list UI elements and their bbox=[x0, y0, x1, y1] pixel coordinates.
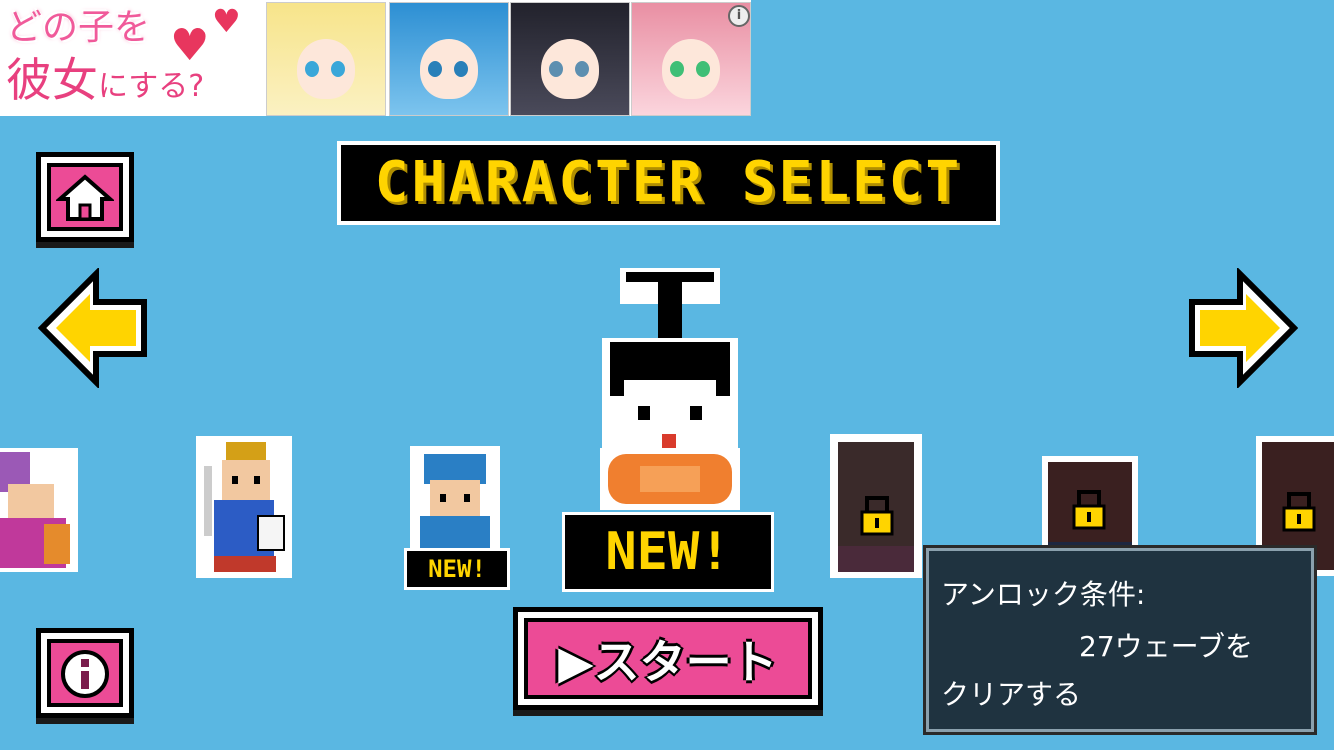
unlock-condition-title: アンロック条件: bbox=[941, 578, 1146, 611]
arrow-right-icon[interactable] bbox=[1188, 268, 1298, 388]
title-banner: CHARACTER SELECT bbox=[337, 141, 1000, 225]
portrait-eye bbox=[575, 61, 589, 77]
ad-portrait-1[interactable] bbox=[266, 2, 386, 116]
ad-subheadline-rest: にする? bbox=[98, 69, 205, 104]
ad-subheadline: 彼女にする? bbox=[6, 52, 204, 115]
ad-info-icon[interactable]: i bbox=[728, 5, 750, 27]
heart-icon: ♥ bbox=[212, 2, 241, 40]
lock-icon bbox=[1072, 490, 1106, 530]
mage-sprite bbox=[0, 448, 78, 572]
character-slot-soldier[interactable] bbox=[410, 446, 500, 552]
home-button-face bbox=[47, 163, 123, 231]
portrait-eye bbox=[454, 61, 468, 77]
page-title: CHARACTER SELECT bbox=[374, 150, 963, 215]
portrait-eye bbox=[305, 61, 319, 77]
character-slot-mage[interactable] bbox=[0, 442, 80, 576]
character-slot-locked-1[interactable] bbox=[830, 434, 922, 578]
portrait-eye bbox=[696, 61, 710, 77]
selected-new-badge: NEW! bbox=[562, 512, 774, 592]
portrait-eye bbox=[428, 61, 442, 77]
info-icon bbox=[61, 650, 109, 698]
portrait-eye bbox=[331, 61, 345, 77]
unlock-condition-panel: アンロック条件: 27ウェーブを クリアする bbox=[926, 548, 1314, 732]
ad-portrait-2[interactable] bbox=[389, 2, 509, 116]
unlock-condition-text: 27ウェーブを bbox=[1079, 630, 1253, 663]
portrait-eye bbox=[670, 61, 684, 77]
lock-icon bbox=[860, 496, 894, 536]
soldier-sprite bbox=[410, 446, 500, 552]
info-button[interactable] bbox=[36, 628, 134, 718]
character-slot-hero[interactable] bbox=[196, 436, 292, 578]
info-button-face bbox=[47, 639, 123, 707]
selected-character[interactable] bbox=[580, 262, 760, 512]
unlock-condition-text: クリアする bbox=[941, 678, 1082, 711]
hero-sprite bbox=[196, 436, 292, 578]
ad-banner[interactable]: どの子を ♥ ♥ 彼女にする? i bbox=[0, 0, 751, 116]
start-button-face: ▶スタート bbox=[524, 618, 812, 699]
ad-portrait-3[interactable] bbox=[510, 2, 630, 116]
lock-icon bbox=[1282, 492, 1316, 532]
selected-character-sprite bbox=[600, 268, 740, 510]
ad-headline: どの子を bbox=[6, 7, 151, 48]
arrow-left-icon[interactable] bbox=[38, 268, 148, 388]
soldier-new-badge: NEW! bbox=[404, 548, 510, 590]
start-button-label: ▶スタート bbox=[558, 635, 778, 689]
portrait-eye bbox=[549, 61, 563, 77]
start-button[interactable]: ▶スタート bbox=[513, 607, 823, 710]
home-icon bbox=[56, 174, 114, 221]
home-button[interactable] bbox=[36, 152, 134, 242]
ad-subheadline-kanji: 彼女 bbox=[6, 53, 98, 107]
